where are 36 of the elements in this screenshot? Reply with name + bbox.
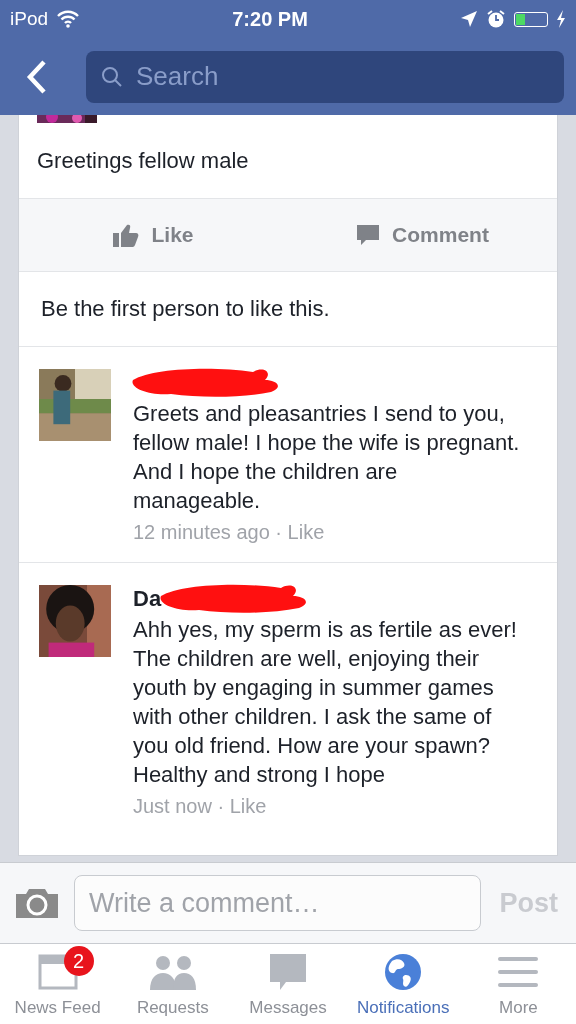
- notification-count: 2: [63, 946, 94, 976]
- like-link[interactable]: Like: [287, 521, 325, 543]
- likes-summary: Be the first person to like this.: [19, 272, 557, 347]
- wifi-icon: [56, 10, 81, 28]
- alarm-icon: [486, 9, 506, 29]
- clock-time: 7:20 PM: [231, 7, 309, 31]
- globe-icon: [384, 953, 423, 991]
- tab-bar-item[interactable]: More: [460, 944, 576, 1024]
- commenter-name[interactable]: Da: [133, 586, 162, 612]
- separator-dot: ·: [275, 521, 282, 543]
- battery-icon: [514, 11, 548, 27]
- tab-bar-item[interactable]: Notifications: [345, 944, 461, 1024]
- speech-bubble-icon: [356, 223, 381, 247]
- tab-bar-item[interactable]: 2 News Feed: [0, 944, 116, 1024]
- tab-bar-item[interactable]: Requests: [115, 944, 231, 1024]
- comment-time: Just now: [133, 795, 212, 817]
- like-button[interactable]: Like: [19, 199, 288, 271]
- separator-dot: ·: [217, 795, 225, 817]
- search-icon: [100, 64, 124, 89]
- comment-text: Greets and pleasantries I send to you, fellow male! I hope the wife is pregnant. And I hope the children are manageable.: [133, 400, 521, 515]
- comment-field[interactable]: Write a comment…: [74, 875, 482, 931]
- like-link[interactable]: Like: [229, 795, 267, 817]
- speech-bubble-icon: [269, 953, 307, 991]
- menu-icon: [498, 956, 539, 988]
- people-icon: [148, 954, 197, 990]
- charging-icon: [556, 10, 566, 28]
- location-arrow-icon: [460, 10, 478, 28]
- thumbs-up-icon: [113, 223, 140, 247]
- back-icon[interactable]: [26, 58, 48, 95]
- camera-icon[interactable]: [14, 886, 60, 920]
- tab-bar-item[interactable]: Messages: [230, 944, 346, 1024]
- comment-text: Ahh yes, my sperm is as fertile as ever! The children are well, enjoying their youth by engaging in summer games with other children. I ask the same of you old friend. How are your spawn? Healthy and strong I hope: [133, 616, 518, 789]
- carrier-name: iPod: [10, 8, 49, 30]
- comment-button[interactable]: Comment: [288, 199, 557, 271]
- search-field[interactable]: Search: [86, 50, 564, 103]
- comment-time: 12 minutes ago: [133, 521, 270, 543]
